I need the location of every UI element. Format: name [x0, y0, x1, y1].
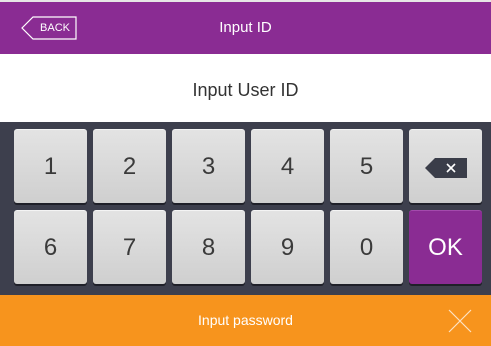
- key-5[interactable]: 5: [330, 129, 403, 203]
- footer-label: Input password: [198, 312, 293, 328]
- back-label: BACK: [40, 22, 70, 34]
- key-0[interactable]: 0: [330, 210, 403, 284]
- key-1[interactable]: 1: [14, 129, 87, 203]
- title-bar: Input ID BACK: [0, 2, 491, 54]
- key-6[interactable]: 6: [14, 210, 87, 284]
- prompt-text: Input User ID: [192, 80, 299, 100]
- key-8[interactable]: 8: [172, 210, 245, 284]
- backspace-key[interactable]: [409, 129, 482, 203]
- key-9[interactable]: 9: [251, 210, 324, 284]
- keypad: 1 2 3 4 5 6 7 8 9 0 OK: [0, 122, 491, 295]
- backspace-icon: [425, 158, 467, 178]
- back-button[interactable]: BACK: [21, 16, 77, 40]
- input-password-button[interactable]: Input password: [0, 295, 491, 346]
- key-4[interactable]: 4: [251, 129, 324, 203]
- key-3[interactable]: 3: [172, 129, 245, 203]
- prompt-area: Input User ID: [0, 54, 491, 122]
- close-icon[interactable]: [448, 309, 472, 333]
- key-7[interactable]: 7: [93, 210, 166, 284]
- ok-button[interactable]: OK: [409, 210, 482, 284]
- key-2[interactable]: 2: [93, 129, 166, 203]
